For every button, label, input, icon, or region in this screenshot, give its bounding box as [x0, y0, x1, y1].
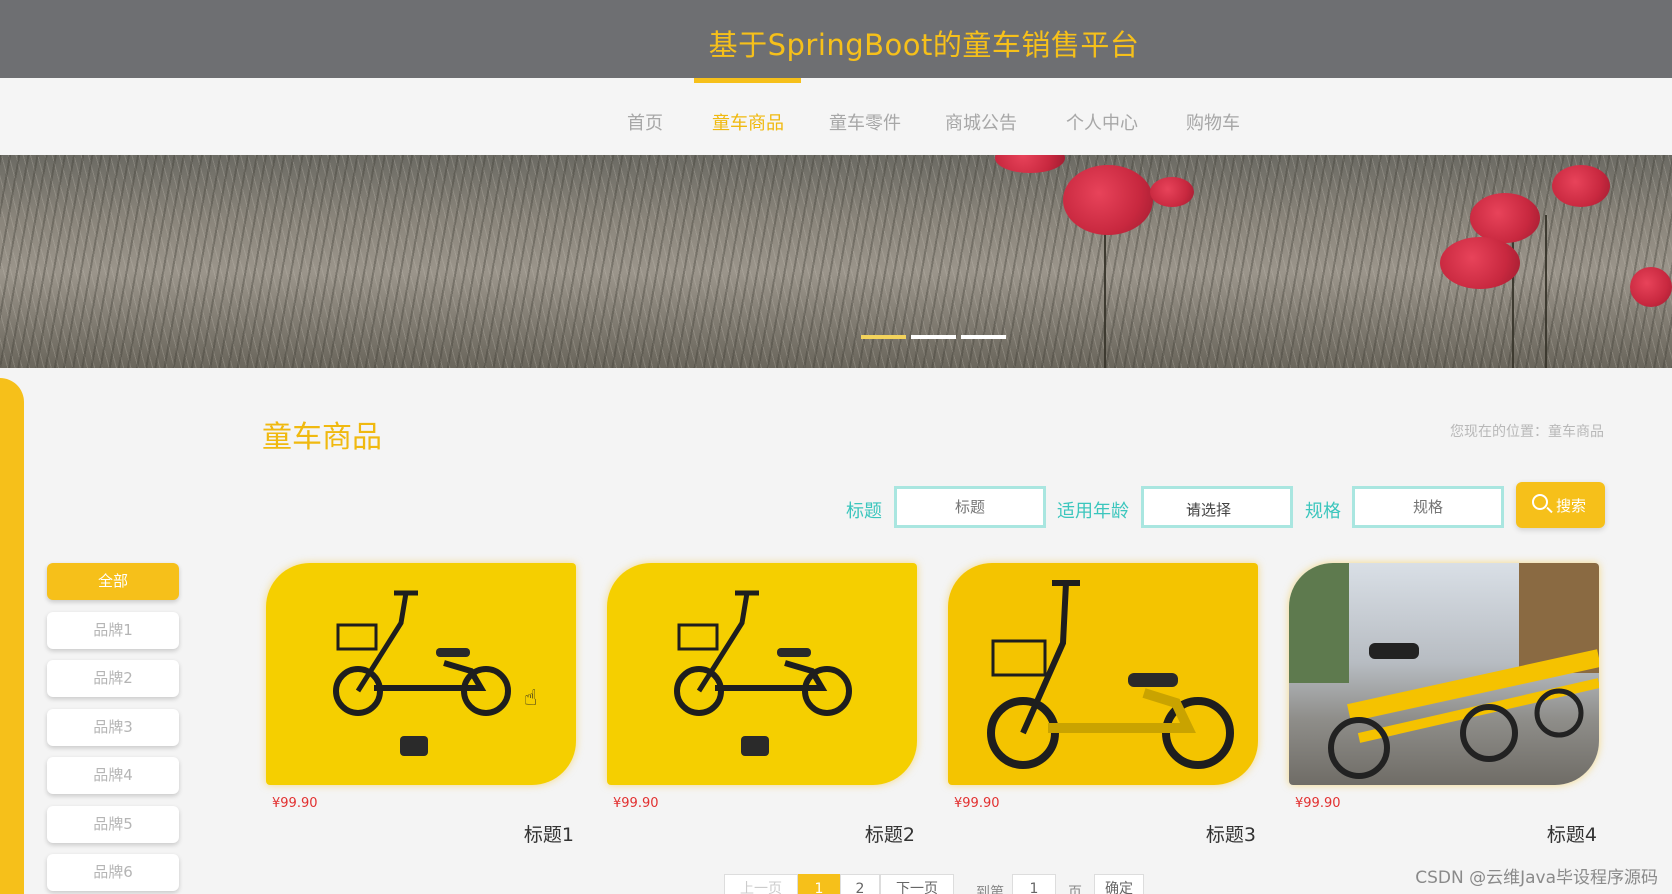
category-brand-6[interactable]: 品牌6: [47, 854, 179, 891]
product-image[interactable]: [607, 563, 917, 785]
pagination-next[interactable]: 下一页: [880, 874, 954, 894]
spec-filter-input[interactable]: [1352, 486, 1504, 528]
product-title[interactable]: 标题3: [1206, 820, 1256, 847]
pagination-page-1[interactable]: 1: [798, 874, 840, 894]
poppy-flower: [1150, 177, 1194, 207]
nav-item-home[interactable]: 首页: [627, 109, 663, 135]
chevron-down-icon: ⌄: [1186, 499, 1197, 513]
age-filter-select[interactable]: 请选择 ⌄: [1141, 486, 1293, 528]
main-nav: 首页 童车商品 童车零件 商城公告 个人中心 购物车: [0, 78, 1672, 155]
scooter-illustration: [987, 580, 1234, 769]
flower-stem: [1512, 225, 1514, 368]
site-title: 基于SpringBoot的童车销售平台: [708, 28, 1140, 62]
carousel-dot-3[interactable]: [961, 335, 1006, 339]
category-brand-4[interactable]: 品牌4: [47, 757, 179, 794]
banner-carousel[interactable]: [0, 155, 1672, 368]
hand-cursor-icon: ☝: [524, 686, 538, 711]
pagination-prev[interactable]: 上一页: [724, 874, 798, 894]
nav-item-parts[interactable]: 童车零件: [829, 109, 901, 135]
product-title[interactable]: 标题4: [1547, 820, 1597, 847]
pagination-goto-label: 到第: [976, 885, 1004, 894]
flower-stem: [1545, 215, 1547, 368]
age-filter-label: 适用年龄: [1057, 501, 1129, 522]
scooter-row-photo: [1289, 563, 1599, 779]
carousel-dot-2[interactable]: [911, 335, 956, 339]
pagination-page-2[interactable]: 2: [840, 874, 880, 894]
poppy-flower: [1063, 165, 1153, 235]
nav-item-products[interactable]: 童车商品: [712, 109, 784, 135]
title-filter-label: 标题: [846, 501, 882, 522]
product-image[interactable]: [1289, 563, 1599, 785]
flower-stem: [1104, 215, 1106, 368]
pagination-confirm-button[interactable]: 确定: [1094, 874, 1144, 894]
title-filter-input[interactable]: [894, 486, 1046, 528]
category-all[interactable]: 全部: [47, 563, 179, 600]
category-brand-1[interactable]: 品牌1: [47, 612, 179, 649]
product-price: ¥99.90: [1295, 796, 1341, 811]
nav-item-announcements[interactable]: 商城公告: [945, 109, 1017, 135]
product-price: ¥99.90: [954, 796, 1000, 811]
banner-image: [0, 155, 1672, 368]
product-image[interactable]: [948, 563, 1258, 785]
nav-item-profile[interactable]: 个人中心: [1066, 109, 1138, 135]
category-brand-3[interactable]: 品牌3: [47, 709, 179, 746]
page-title: 童车商品: [262, 420, 382, 455]
carousel-dot-1[interactable]: [861, 335, 906, 339]
poppy-flower: [1470, 193, 1540, 243]
category-brand-2[interactable]: 品牌2: [47, 660, 179, 697]
search-button[interactable]: 搜索: [1516, 482, 1605, 528]
search-button-label: 搜索: [1556, 497, 1587, 515]
pagination-page-unit: 页: [1068, 885, 1082, 894]
category-brand-5[interactable]: 品牌5: [47, 806, 179, 843]
watermark: CSDN @云维Java毕设程序源码: [1415, 868, 1658, 888]
product-image[interactable]: [266, 563, 576, 785]
product-title[interactable]: 标题1: [524, 820, 574, 847]
breadcrumb: 您现在的位置：童车商品: [1450, 424, 1604, 440]
scooter-illustration: [674, 590, 852, 756]
poppy-flower: [1552, 165, 1610, 207]
spec-filter-label: 规格: [1305, 501, 1341, 522]
product-price: ¥99.90: [613, 796, 659, 811]
side-accent-bar: [0, 378, 24, 894]
scooter-illustration: [333, 590, 511, 756]
product-price: ¥99.90: [272, 796, 318, 811]
poppy-flower: [1440, 237, 1520, 289]
pagination-goto-input[interactable]: 1: [1012, 874, 1056, 894]
poppy-flower: [1630, 267, 1672, 307]
product-title[interactable]: 标题2: [865, 820, 915, 847]
search-icon: [1532, 494, 1548, 510]
nav-active-indicator: [694, 78, 801, 83]
site-header: 基于SpringBoot的童车销售平台: [0, 0, 1672, 78]
nav-item-cart[interactable]: 购物车: [1186, 109, 1240, 135]
